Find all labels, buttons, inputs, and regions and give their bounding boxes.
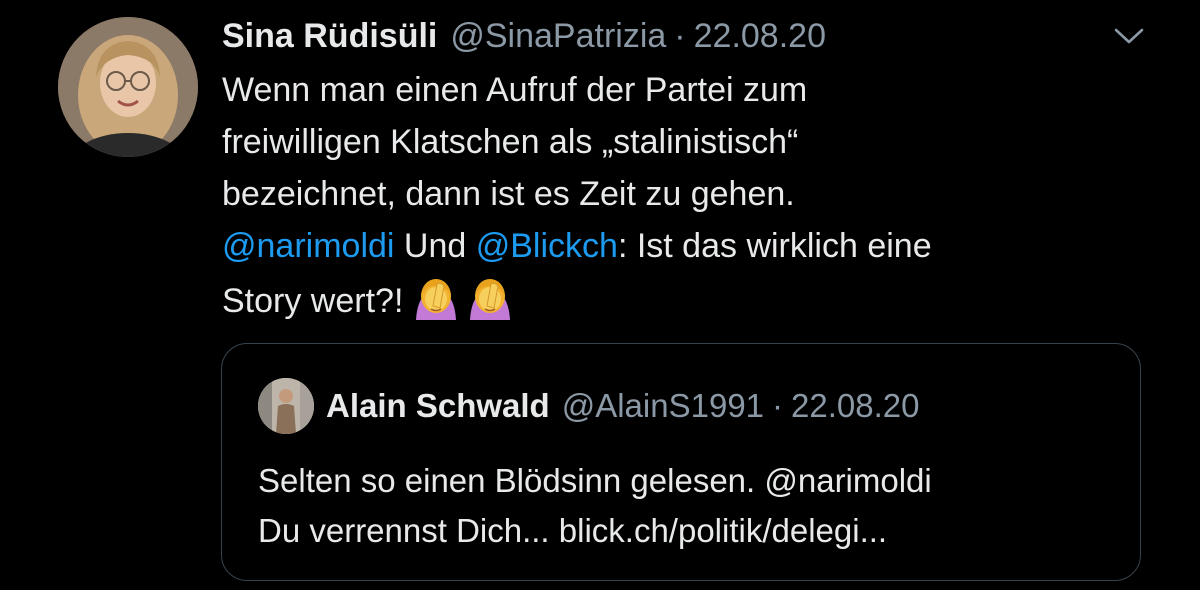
header-separator: · <box>674 17 686 55</box>
more-options-button[interactable] <box>1109 20 1149 52</box>
quoted-tweet-line-2: Du verrennst Dich... blick.ch/politik/de… <box>258 512 888 549</box>
author-display-name[interactable]: Sina Rüdisüli <box>222 14 437 58</box>
woman-facepalming-icon <box>470 279 511 320</box>
quoted-author-display-name[interactable]: Alain Schwald <box>326 384 550 428</box>
quoted-author-avatar[interactable] <box>258 378 314 434</box>
chevron-down-icon <box>1114 28 1144 44</box>
author-avatar-photo <box>58 17 198 157</box>
quoted-author-avatar-photo <box>258 378 314 434</box>
author-handle[interactable]: @SinaPatrizia <box>450 14 666 58</box>
quoted-tweet-date[interactable]: 22.08.20 <box>791 384 919 428</box>
mention-link-narimoldi[interactable]: @narimoldi <box>222 227 394 265</box>
tweet-header: Sina Rüdisüli @SinaPatrizia · 22.08.20 <box>222 14 826 58</box>
tweet-text: Wenn man einen Aufruf der Partei zum fre… <box>222 64 1122 327</box>
woman-facepalming-icon <box>416 279 457 320</box>
tweet-date[interactable]: 22.08.20 <box>694 14 826 58</box>
quoted-header-separator: · <box>772 387 784 424</box>
quoted-tweet-card[interactable]: Alain Schwald @AlainS1991 · 22.08.20 Sel… <box>221 343 1141 581</box>
author-avatar[interactable] <box>58 17 198 157</box>
tweet: Sina Rüdisüli @SinaPatrizia · 22.08.20 W… <box>0 0 1200 590</box>
quoted-tweet-line-1: Selten so einen Blödsinn gelesen. @narim… <box>258 462 932 499</box>
quoted-tweet-text: Selten so einen Blödsinn gelesen. @narim… <box>258 456 1128 556</box>
quoted-tweet-header: Alain Schwald @AlainS1991 · 22.08.20 <box>326 384 920 428</box>
tweet-text-part2: Und <box>394 227 476 265</box>
mention-link-blickch[interactable]: @Blickch <box>476 227 618 265</box>
quoted-author-handle[interactable]: @AlainS1991 <box>562 384 764 428</box>
tweet-text-part1: Wenn man einen Aufruf der Partei zum fre… <box>222 71 808 213</box>
